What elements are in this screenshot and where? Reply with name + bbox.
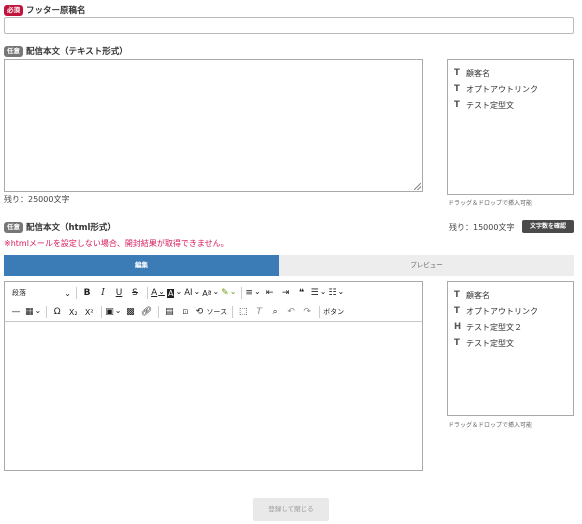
toolbar-row-1: 段落 ⌄ B I U S A A AI Aª ✎ ≡ ⇤ ⇥ ❝ ☰ ☷ [9,284,346,302]
html-body-label: 配信本文（html形式） [26,223,116,233]
palette-item-label: テスト定型文 [466,100,514,110]
palette-item[interactable]: H テスト定型文２ [454,319,567,335]
text-type-icon: T [454,100,460,110]
outdent-icon[interactable]: ⇤ [263,285,277,301]
palette-item[interactable]: T オプトアウトリンク [454,81,567,97]
optional-badge: 任意 [4,45,23,57]
font-color-icon[interactable]: A [151,285,165,301]
palette-item[interactable]: T 顧客名 [454,65,567,81]
tab-preview[interactable]: プレビュー [279,255,574,276]
text-type-icon: T [454,290,460,300]
footer-name-input[interactable] [4,17,574,34]
italic-icon[interactable]: I [96,285,110,301]
palette-item-label: オプトアウトリンク [466,84,538,94]
strikethrough-icon[interactable]: S [128,285,142,301]
optional-badge: 任意 [4,221,23,233]
text-body-remaining: 残り：25000文字 [4,195,70,204]
font-size-icon[interactable]: AI [184,285,200,301]
html-palette-hint: ドラッグ＆ドロップで挿入可能 [448,422,533,429]
html-body-heading: 任意 配信本文（html形式） [4,221,116,233]
superscript-icon[interactable]: X² [82,304,96,320]
subscript-icon[interactable]: X₂ [66,304,80,320]
footer-name-label: フッター原稿名 [26,6,86,16]
bulleted-list-icon[interactable]: ☷ [328,285,344,301]
divider [241,287,243,299]
html-editor: 段落 ⌄ B I U S A A AI Aª ✎ ≡ ⇤ ⇥ ❝ ☰ ☷ — ▦ … [4,281,423,471]
palette-item[interactable]: T 顧客名 [454,287,567,303]
check-length-button[interactable]: 文字数を確認 [522,220,574,233]
divider [147,287,148,299]
insert-button-button[interactable]: ボタン [323,304,344,320]
html-type-icon: H [454,322,462,332]
undo-icon[interactable]: ↶ [284,304,298,320]
palette-item[interactable]: T オプトアウトリンク [454,303,567,319]
blockquote-icon[interactable]: ❝ [295,285,309,301]
html-warning-text: ※htmlメールを設定しない場合、開封結果が取得できません。 [4,239,229,248]
divider [76,287,77,299]
table-icon[interactable]: ▦ [25,304,41,320]
palette-item-label: テスト定型文 [466,338,514,348]
text-palette-hint: ドラッグ＆ドロップで挿入可能 [448,200,533,207]
text-body-heading: 任意 配信本文（テキスト形式） [4,45,128,57]
palette-item[interactable]: T テスト定型文 [454,97,567,113]
editor-toolbar: 段落 ⌄ B I U S A A AI Aª ✎ ≡ ⇤ ⇥ ❝ ☰ ☷ — ▦ … [5,282,422,322]
required-badge: 必須 [4,4,23,16]
text-type-icon: T [454,84,460,94]
align-icon[interactable]: ≡ [245,285,260,301]
media-icon[interactable]: ▤ [162,304,176,320]
chevron-down-icon: ⌄ [64,288,71,298]
image-upload-icon[interactable]: ▩ [123,304,137,320]
horizontal-line-icon[interactable]: — [9,304,23,320]
marker-icon[interactable]: ✎ [221,285,236,301]
palette-item-label: オプトアウトリンク [466,306,538,316]
text-body-label: 配信本文（テキスト形式） [26,47,128,57]
special-characters-icon[interactable]: Ω [50,304,64,320]
paragraph-select-label: 段落 [12,289,26,297]
html-insert-palette: T 顧客名 T オプトアウトリンク H テスト定型文２ T テスト定型文 [447,281,574,416]
indent-icon[interactable]: ⇥ [279,285,293,301]
palette-item[interactable]: T テスト定型文 [454,335,567,351]
divider [158,306,160,318]
find-replace-icon[interactable]: ⌕ [268,304,282,320]
numbered-list-icon[interactable]: ☰ [311,285,327,301]
highlight-color-icon[interactable]: A [167,285,182,301]
editor-content-area[interactable] [5,322,422,470]
bold-icon[interactable]: B [80,285,94,301]
divider [319,306,321,318]
palette-item-label: テスト定型文２ [466,322,522,332]
footer-name-heading: 必須 フッター原稿名 [4,4,86,16]
tab-edit[interactable]: 編集 [4,255,279,276]
link-icon[interactable]: 🔗︎ [139,304,153,320]
remove-format-icon[interactable]: T [252,304,266,320]
text-type-icon: T [454,306,460,316]
redo-icon[interactable]: ↷ [300,304,314,320]
html-body-remaining: 残り：15000文字 [449,223,515,232]
text-body-textarea[interactable] [4,59,423,192]
source-button[interactable]: ソース [206,304,227,320]
source-icon[interactable]: ⟲ [194,304,204,320]
image-insert-icon[interactable]: ▣ [105,304,121,320]
select-all-icon[interactable]: ⬚ [236,304,250,320]
html-embed-icon[interactable]: ⊡ [178,304,192,320]
toolbar-row-2: — ▦ Ω X₂ X² ▣ ▩ 🔗︎ ▤ ⊡ ⟲ ソース ⬚ T ⌕ ↶ ↷ ボ… [9,303,346,321]
palette-item-label: 顧客名 [466,68,490,78]
text-insert-palette: T 顧客名 T オプトアウトリンク T テスト定型文 [447,59,574,195]
underline-icon[interactable]: U [112,285,126,301]
text-type-icon: T [454,338,460,348]
text-type-icon: T [454,68,460,78]
divider [232,306,234,318]
palette-item-label: 顧客名 [466,290,490,300]
save-and-close-button[interactable]: 登録して閉じる [253,498,329,521]
font-family-icon[interactable]: Aª [202,285,219,301]
divider [101,306,103,318]
paragraph-select[interactable]: 段落 ⌄ [9,285,71,301]
divider [46,306,48,318]
resize-grip-icon[interactable] [414,183,421,190]
